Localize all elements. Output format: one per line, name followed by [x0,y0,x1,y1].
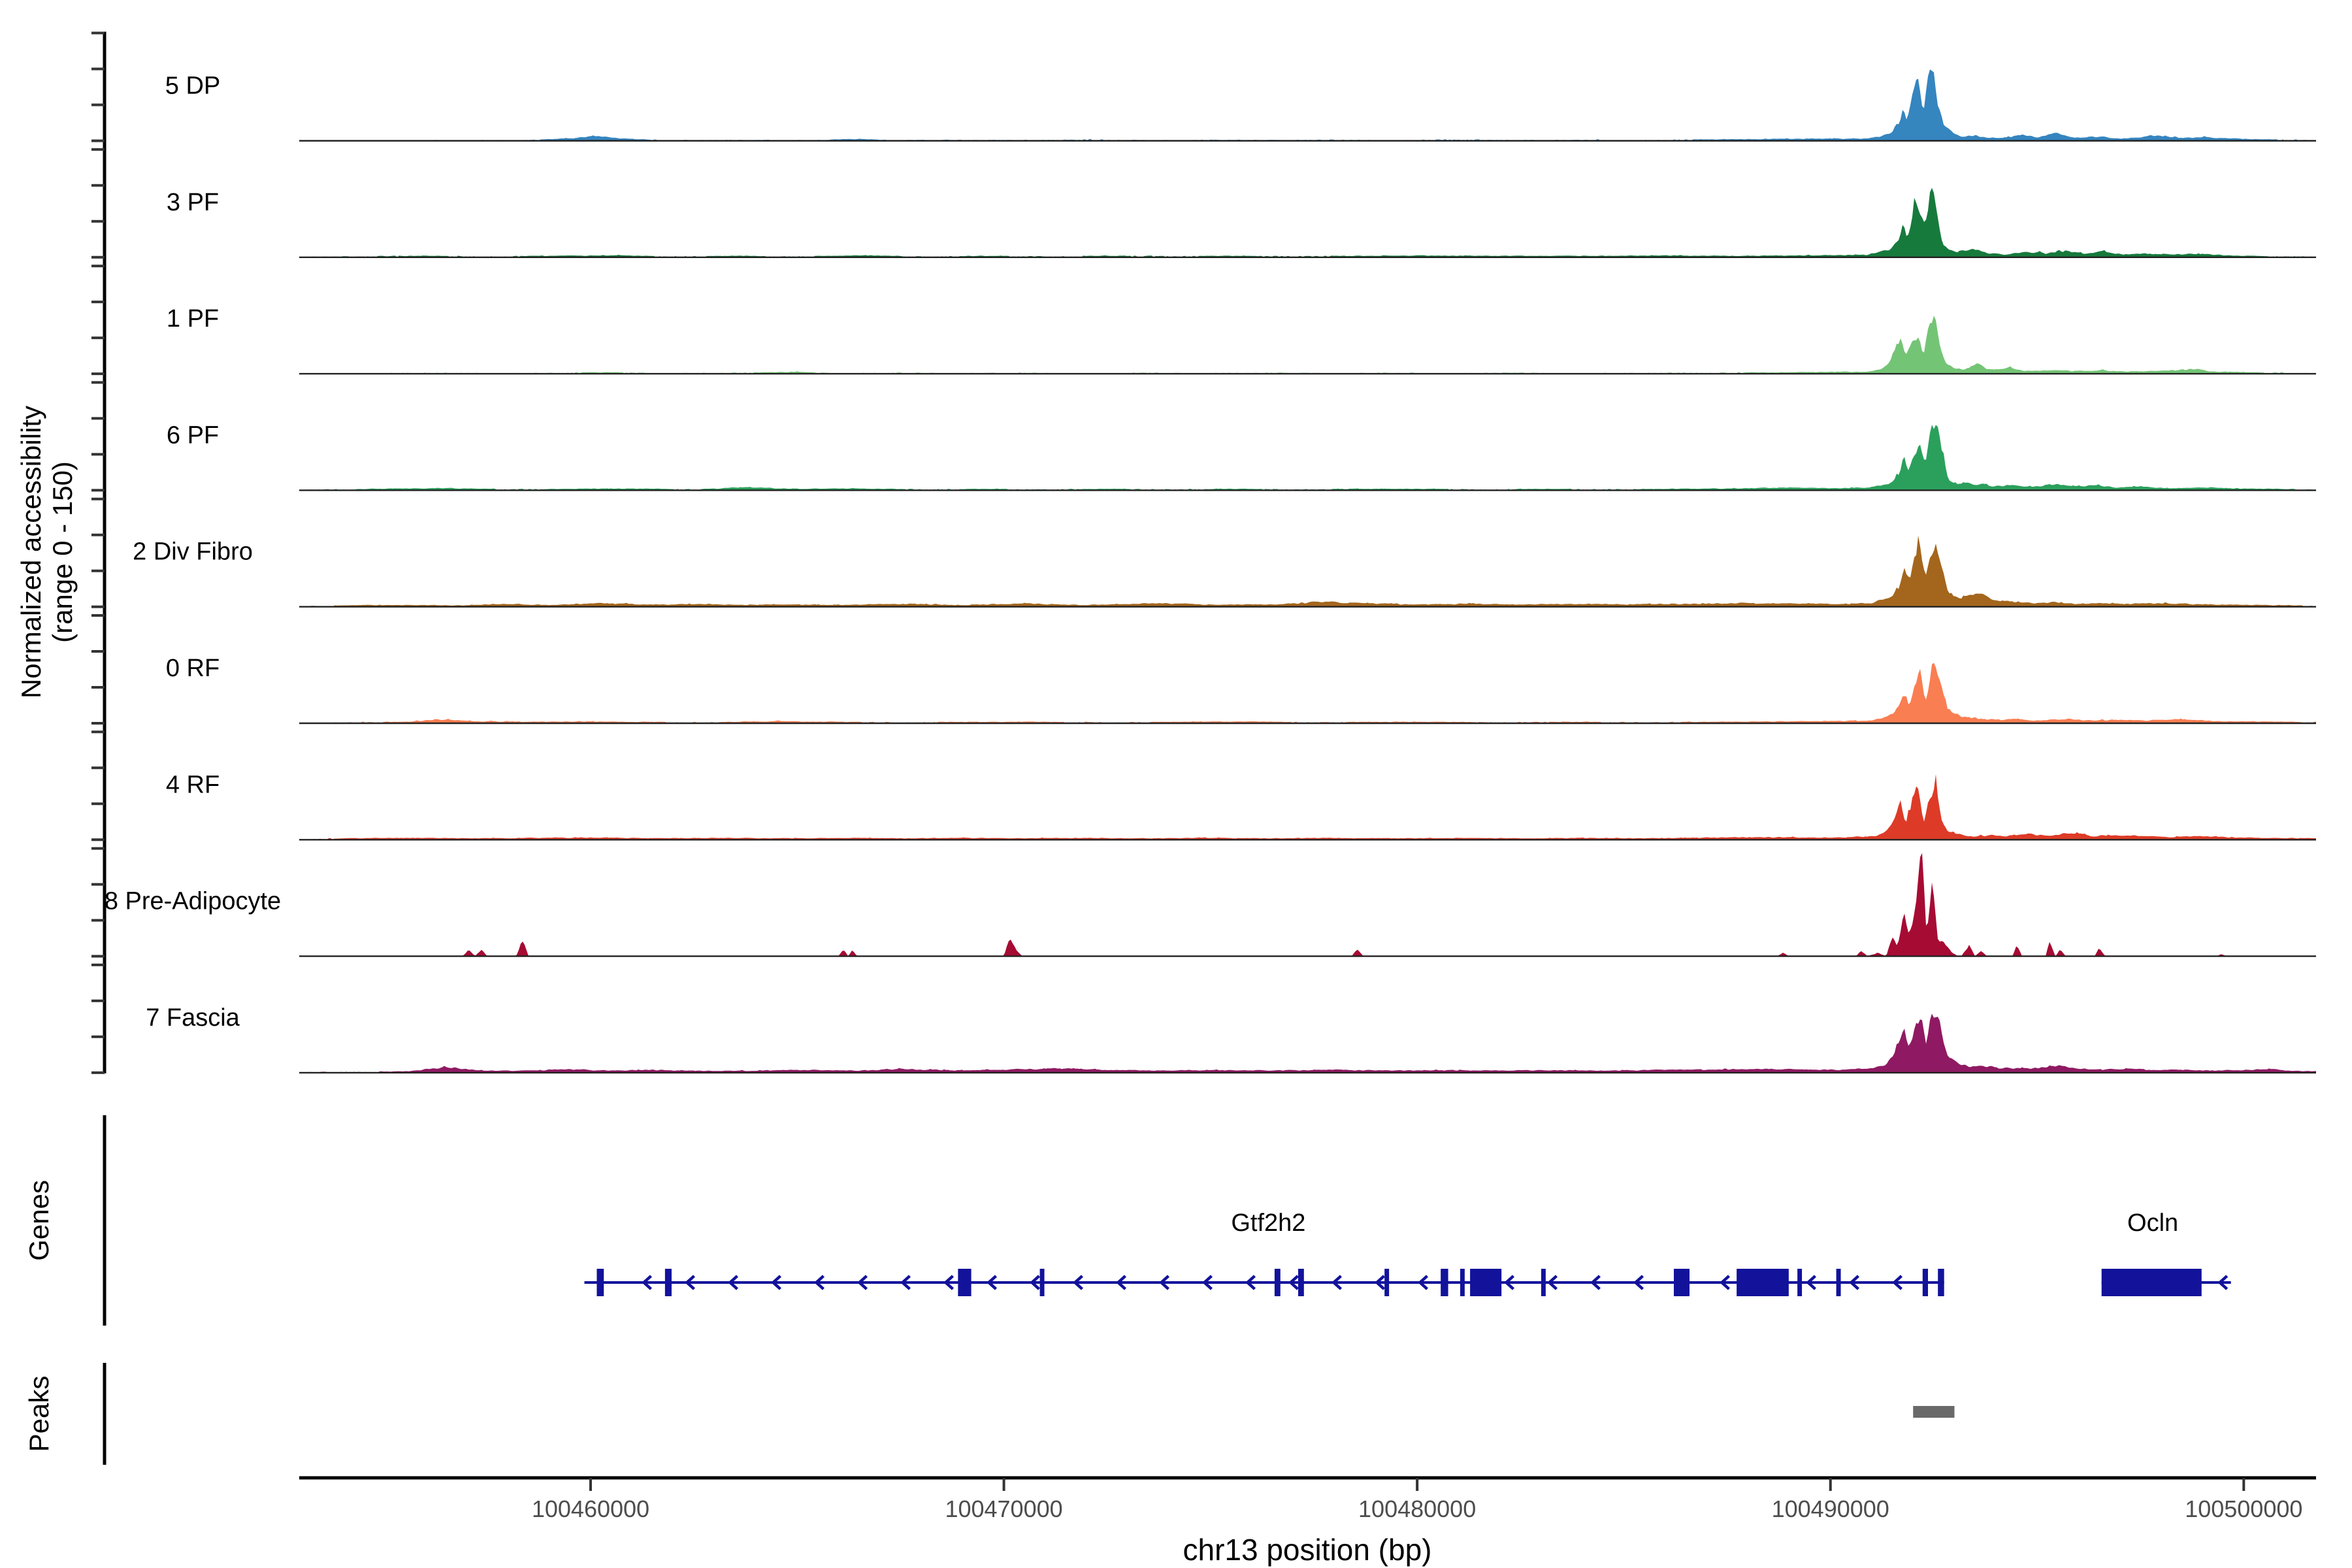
track-row: 8 Pre-Adipocyte [105,853,2316,956]
y-axis-label-line1: Normalized accessibility [16,406,46,698]
exon-rect [958,1269,971,1296]
track-row: 2 Div Fibro [133,536,2316,607]
exon-rect [1298,1269,1304,1296]
exon-rect [665,1269,672,1296]
exon-rect [596,1269,604,1296]
exon-rect [1384,1269,1389,1296]
track-row: 6 PF [167,421,2316,490]
track-label: 4 RF [166,771,220,798]
track-label: 2 Div Fibro [133,538,253,566]
exon-rect [1441,1269,1448,1296]
genes-section-label: Genes [24,1180,54,1261]
exon-rect [1797,1269,1802,1296]
coverage-area [299,536,2316,607]
x-tick-label: 100480000 [1358,1495,1476,1522]
x-tick-label: 100500000 [2185,1495,2302,1522]
gene-model: Ocln [2102,1209,2231,1296]
track-label: 5 DP [165,73,220,100]
gene-label: Ocln [2127,1209,2178,1237]
exon-rect [1275,1269,1281,1296]
coverage-area [299,663,2316,723]
gene-models-layer: Gtf2h2 Ocln [584,1209,2230,1296]
peaks-section-label: Peaks [24,1376,54,1452]
exon-rect [1737,1269,1789,1296]
coverage-area [299,69,2316,140]
coverage-area [299,316,2316,374]
peak-rect [1913,1406,1954,1418]
coverage-area [299,774,2316,840]
peaks-layer [1913,1406,1954,1418]
exon-rect [1040,1269,1045,1296]
track-row: 7 Fascia [146,1004,2316,1073]
gene-model: Gtf2h2 [584,1209,1944,1296]
track-label: 0 RF [166,655,220,682]
x-axis-title: chr13 position (bp) [1183,1533,1432,1567]
x-tick-label: 100470000 [945,1495,1062,1522]
exon-rect [1674,1269,1690,1296]
track-row: 5 DP [165,69,2316,140]
x-tick-label: 100460000 [532,1495,649,1522]
track-label: 8 Pre-Adipocyte [105,888,281,915]
track-row: 4 RF [166,771,2316,840]
coverage-tracks-layer: 5 DP 3 PF 1 PF 6 PF 2 Div Fibro 0 RF 4 RF 8 Pre… [105,69,2316,1073]
exon-rect [1541,1269,1546,1296]
track-row: 1 PF [167,305,2316,374]
exon-rect [1837,1269,1841,1296]
track-row: 0 RF [166,655,2316,723]
track-label: 7 Fascia [146,1004,240,1032]
coverage-area [299,853,2316,956]
track-row: 3 PF [167,188,2316,257]
coverage-area [299,1014,2316,1073]
exon-rect [1938,1269,1944,1296]
y-axis-label-line2: (range 0 - 150) [47,461,78,643]
track-label: 1 PF [167,305,219,333]
coverage-area [299,425,2316,490]
genome-coverage-plot: Normalized accessibility (range 0 - 150)… [0,0,2352,1568]
coverage-area [299,188,2316,257]
exon-rect [1460,1269,1465,1296]
track-label: 6 PF [167,421,219,449]
track-label: 3 PF [167,189,219,216]
exon-rect [1470,1269,1501,1296]
gene-label: Gtf2h2 [1231,1209,1305,1237]
exon-rect [1923,1269,1928,1296]
exon-rect [2102,1269,2202,1296]
x-tick-label: 100490000 [1772,1495,1889,1522]
